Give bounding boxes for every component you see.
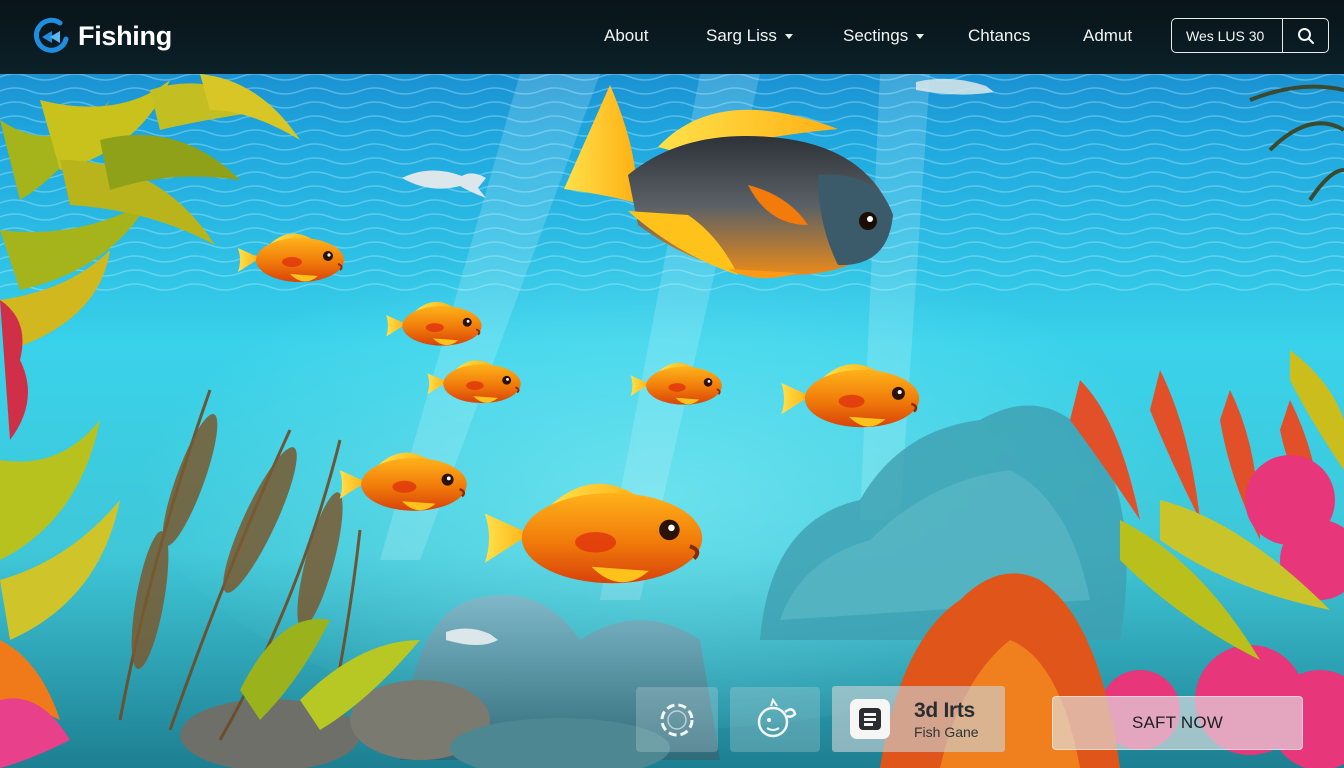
game-card[interactable]: 3d Irts Fish Gane: [832, 686, 1005, 752]
nav-item-label: Chtancs: [968, 26, 1031, 45]
caret-down-icon: [916, 33, 925, 39]
search-input[interactable]: [1172, 19, 1282, 52]
brand[interactable]: Fishing: [30, 16, 172, 56]
nav-item-about[interactable]: About: [604, 24, 648, 48]
search-box: [1171, 18, 1329, 53]
nav-item-chtancs[interactable]: Chtancs: [968, 24, 1030, 48]
nav-item-label: Sectings: [843, 26, 909, 45]
top-navigation-bar: Fishing About Sarg Liss Sectings Chtancs…: [0, 0, 1344, 74]
nav-item-label: About: [604, 26, 649, 45]
fish-hook-character-icon: [757, 697, 797, 737]
nav-item-sarg-liss[interactable]: Sarg Liss: [706, 24, 793, 48]
game-subtitle: Fish Gane: [914, 723, 979, 740]
brand-title: Fishing: [78, 20, 172, 51]
nav-item-label: Sarg Liss: [706, 26, 777, 45]
start-now-button[interactable]: SAFT NOW: [1052, 696, 1303, 750]
search-icon: [1297, 27, 1314, 44]
game-text: 3d Irts Fish Gane: [914, 700, 979, 739]
caret-down-icon: [784, 33, 793, 39]
character-button[interactable]: [730, 687, 820, 752]
underwater-scene: [0, 0, 1344, 768]
fish-hook-logo-icon: [33, 17, 69, 53]
game-title: 3d Irts: [914, 698, 975, 722]
scene-background: [0, 0, 1344, 768]
nav-item-sectings[interactable]: Sectings: [843, 24, 925, 48]
game-badge: [850, 699, 890, 739]
nav-item-admut[interactable]: Admut: [1083, 24, 1132, 48]
nav-item-label: Admut: [1083, 26, 1133, 45]
document-lines-icon: [859, 708, 881, 730]
ring-loader-button[interactable]: [636, 687, 718, 752]
ring-loader-icon: [660, 703, 694, 736]
search-button[interactable]: [1282, 19, 1328, 52]
